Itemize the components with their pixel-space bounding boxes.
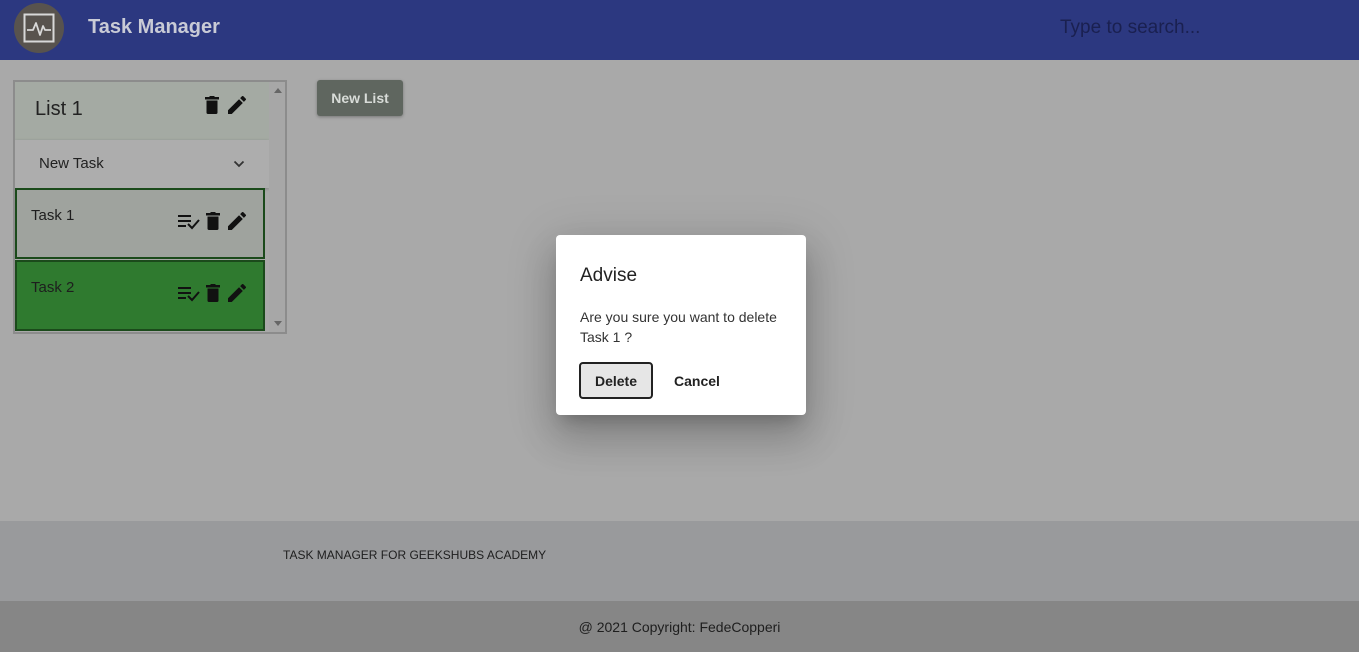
app-header: Task Manager (0, 0, 1359, 60)
edit-task-icon[interactable] (228, 284, 246, 302)
delete-list-icon[interactable] (205, 96, 219, 114)
task-label: Task 1 (31, 207, 75, 224)
new-list-button[interactable]: New List (317, 80, 403, 116)
delete-task-icon[interactable] (206, 212, 220, 230)
delete-button[interactable]: Delete (579, 362, 653, 399)
list-title: List 1 (35, 98, 83, 120)
list-card: List 1 New Task Task 1 Task 2 (13, 80, 287, 334)
app-title: Task Manager (88, 16, 220, 38)
edit-task-icon[interactable] (228, 212, 246, 230)
confirm-delete-dialog: Advise Are you sure you want to delete T… (556, 235, 806, 415)
cancel-button[interactable]: Cancel (666, 362, 728, 399)
app-logo[interactable] (14, 3, 64, 53)
edit-list-icon[interactable] (228, 96, 246, 114)
dialog-message: Are you sure you want to delete Task 1 ? (580, 309, 777, 345)
scroll-up-arrow-icon[interactable] (274, 88, 282, 93)
copyright-bar: @ 2021 Copyright: FedeCopperi (0, 601, 1359, 652)
scroll-down-arrow-icon[interactable] (274, 321, 282, 326)
list-scrollbar[interactable] (269, 82, 285, 332)
footer: TASK MANAGER FOR GEEKSHUBS ACADEMY (0, 521, 1359, 601)
delete-task-icon[interactable] (206, 284, 220, 302)
search-input[interactable] (1060, 12, 1340, 44)
list-header: List 1 (15, 82, 269, 140)
mark-done-icon[interactable] (178, 214, 200, 230)
task-item[interactable]: Task 1 (15, 188, 265, 259)
dialog-title: Advise (580, 265, 638, 286)
new-task-expander[interactable]: New Task (15, 140, 269, 188)
new-task-label: New Task (39, 155, 104, 172)
chevron-down-icon (233, 160, 245, 168)
task-item[interactable]: Task 2 (15, 260, 265, 331)
mark-done-icon[interactable] (178, 286, 200, 302)
copyright-text: @ 2021 Copyright: FedeCopperi (578, 619, 781, 635)
task-label: Task 2 (31, 279, 75, 296)
footer-text: TASK MANAGER FOR GEEKSHUBS ACADEMY (283, 548, 547, 562)
